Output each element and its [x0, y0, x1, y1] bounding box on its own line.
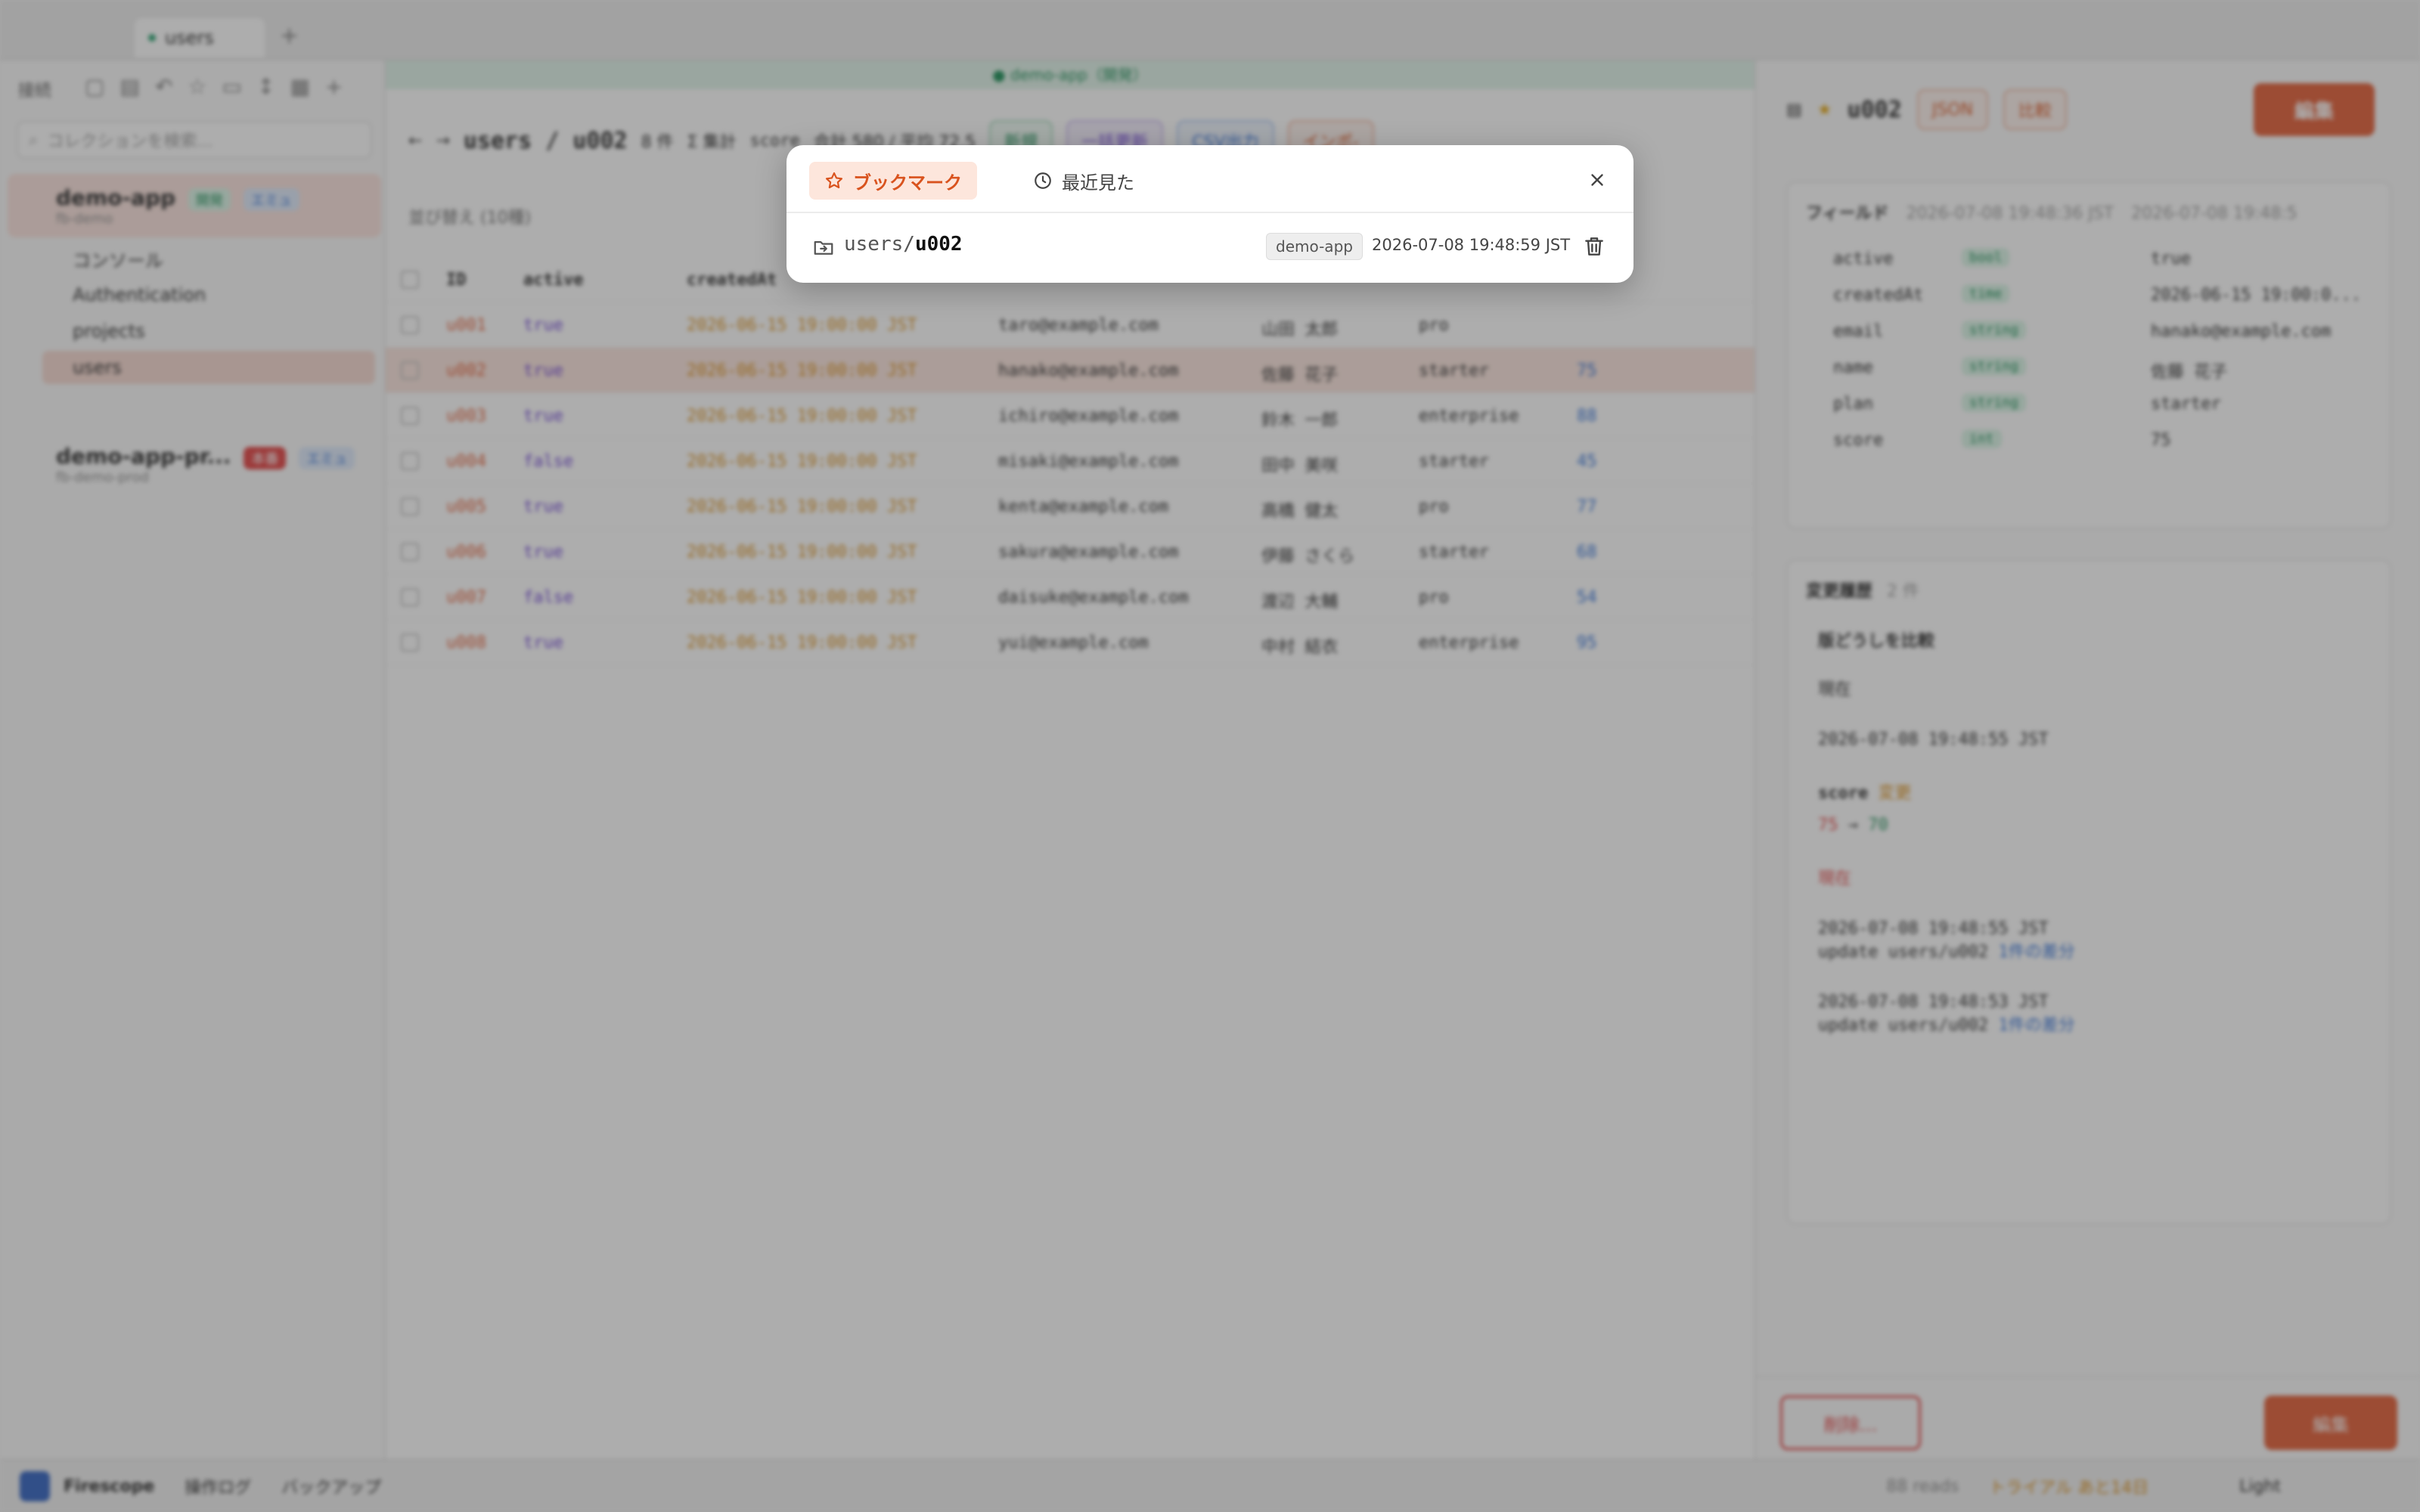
dialog-tabs: ブックマーク 最近見た	[786, 145, 1634, 213]
bookmark-item[interactable]: users/u002 demo-app 2026-07-08 19:48:59 …	[786, 213, 1634, 281]
clock-icon	[1035, 172, 1051, 189]
close-button[interactable]	[1582, 165, 1612, 195]
tab-bookmarks[interactable]: ブックマーク	[809, 162, 977, 200]
folder-arrow-icon	[814, 241, 833, 255]
project-badge: demo-app	[1266, 233, 1363, 260]
collection-name: users	[844, 233, 904, 256]
trash-icon[interactable]	[1582, 234, 1606, 259]
path-separator: /	[903, 233, 915, 256]
star-outline-icon	[825, 172, 843, 189]
tab-recent[interactable]: 最近見た	[1018, 162, 1150, 200]
bookmark-path: users/u002	[844, 233, 963, 256]
tab-label: ブックマーク	[853, 172, 962, 194]
close-icon	[1591, 174, 1603, 186]
bookmarks-dialog: ブックマーク 最近見た users/u002 demo-app 2026-07-…	[786, 145, 1634, 283]
bookmark-time: 2026-07-08 19:48:59 JST	[1372, 236, 1571, 254]
tab-label: 最近見た	[1062, 172, 1134, 194]
document-id: u002	[914, 233, 963, 256]
